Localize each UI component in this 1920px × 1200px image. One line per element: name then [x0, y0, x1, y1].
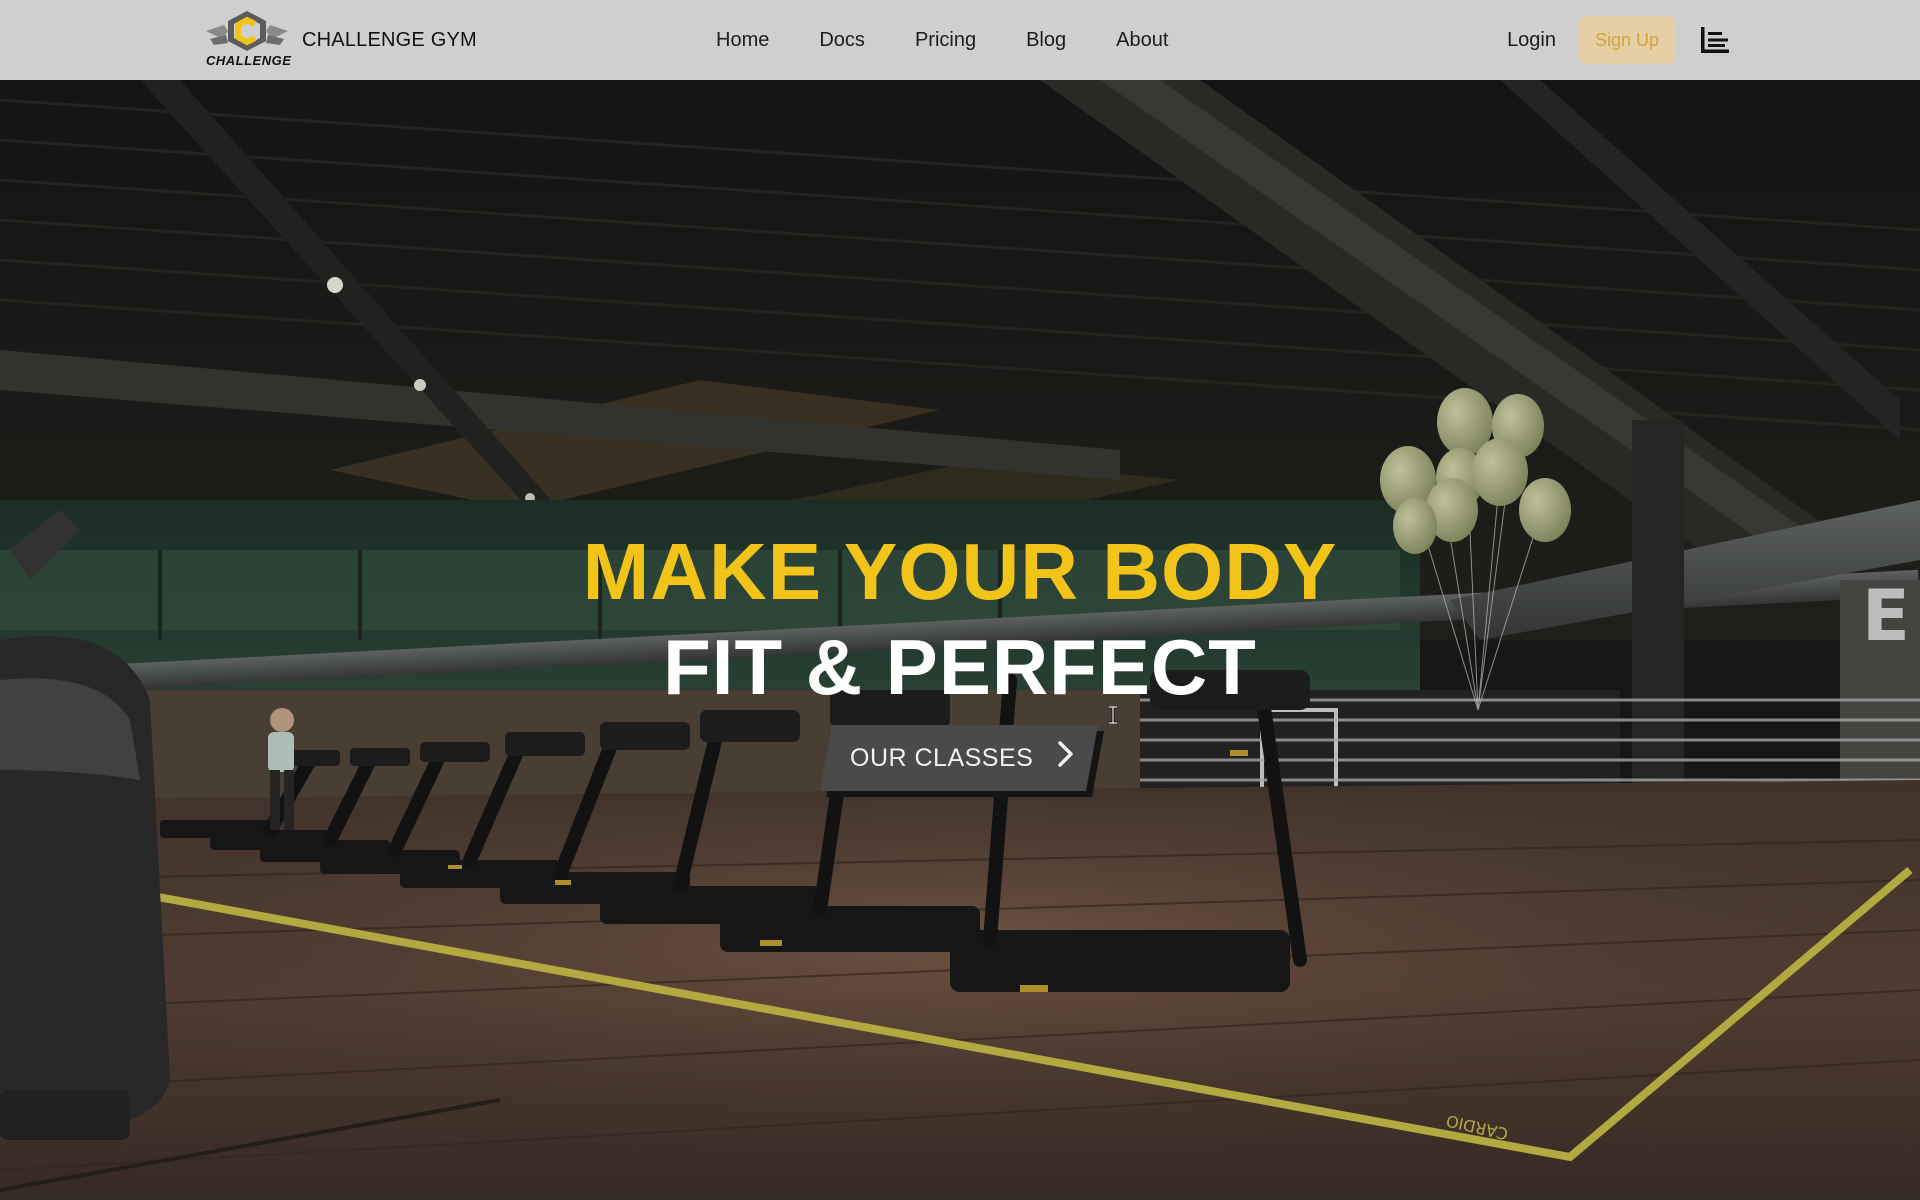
our-classes-button[interactable]: OUR CLASSES — [820, 725, 1100, 791]
login-link[interactable]: Login — [1507, 29, 1556, 52]
nav-link-about[interactable]: About — [1116, 29, 1168, 52]
brand-name: CHALLENGE GYM — [302, 28, 477, 51]
nav-actions: Login Sign Up — [1507, 0, 1732, 80]
menu-bars-icon[interactable] — [1698, 23, 1732, 57]
nav-link-home[interactable]: Home — [716, 29, 769, 52]
hero-headline-secondary: FIT & PERFECT — [663, 623, 1257, 711]
main-nav: Home Docs Pricing Blog About — [716, 0, 1218, 80]
logo-emblem-icon — [206, 11, 288, 51]
hero-headline-primary: MAKE YOUR BODY — [582, 527, 1338, 616]
nav-link-blog[interactable]: Blog — [1026, 29, 1066, 52]
top-navbar: CHALLENGE CHALLENGE GYM Home Docs Pricin… — [0, 0, 1920, 80]
challenge-logo: CHALLENGE — [204, 9, 292, 71]
cta-label: OUR CLASSES — [850, 744, 1034, 772]
chevron-right-icon — [1058, 741, 1073, 767]
nav-link-docs[interactable]: Docs — [819, 29, 865, 52]
logo-text: CHALLENGE — [206, 53, 292, 68]
sign-up-button[interactable]: Sign Up — [1578, 16, 1676, 64]
text-cursor-icon — [1109, 706, 1117, 724]
nav-link-pricing[interactable]: Pricing — [915, 29, 976, 52]
page: FUNCTIONAL AREA E — [0, 0, 1920, 1200]
brand[interactable]: CHALLENGE CHALLENGE GYM — [204, 6, 477, 74]
